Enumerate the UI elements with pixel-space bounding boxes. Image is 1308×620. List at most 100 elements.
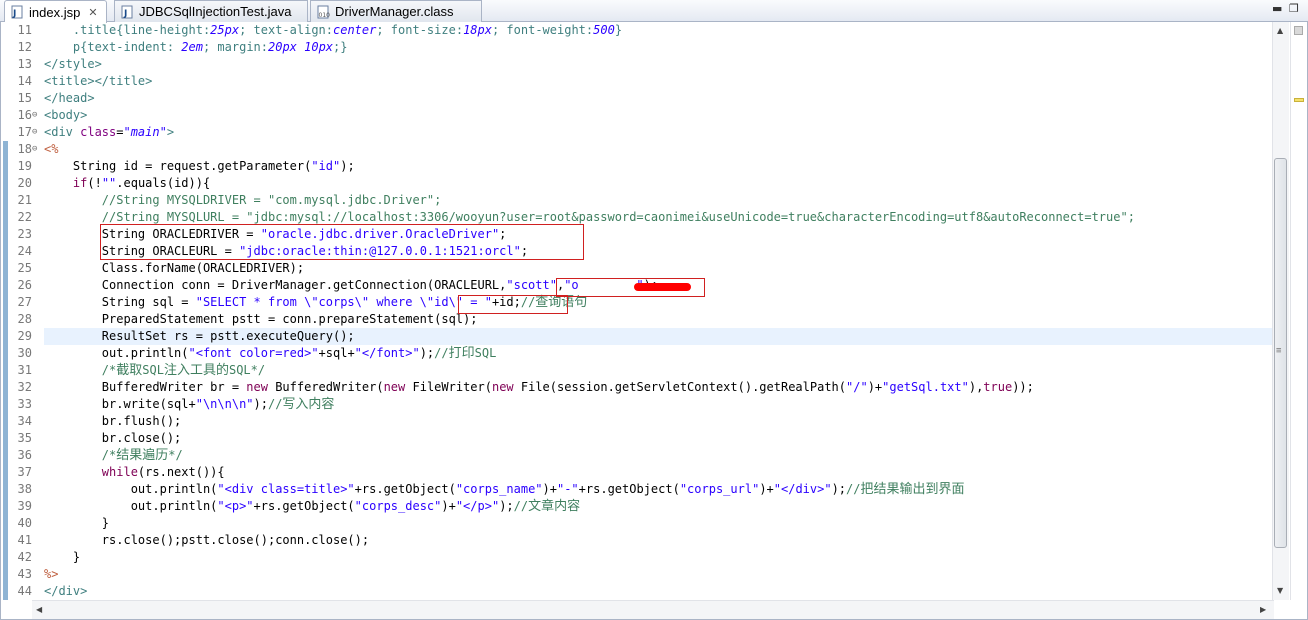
svg-text:J: J [123,9,127,19]
line-number: 41 [17,533,32,547]
code-token: <body> [44,108,88,122]
tab-drivermanager-class[interactable]: 010 DriverManager.class [310,0,482,22]
code-area[interactable]: .title{line-height:25px; text-align:cent… [44,22,1274,600]
line-number: 36 [17,448,32,462]
code-token: ); [340,159,355,173]
horizontal-scrollbar[interactable]: ◀ ▶ [32,600,1274,619]
code-token: "<p>" [217,499,254,513]
overview-ruler [1290,22,1307,600]
code-line: <title></title> [44,73,152,90]
code-token: "getSql.txt" [882,380,969,394]
code-token: new [491,380,514,394]
code-token: )+ [542,482,557,496]
code-line: out.println("<font color=red>"+sql+"</fo… [44,345,497,362]
code-token: "</font>" [354,346,420,360]
line-number: 24 [17,244,32,258]
code-token: File(session.getServletContext().getReal… [513,380,846,394]
code-token: ); [253,397,268,411]
code-token: "corps_name" [455,482,543,496]
code-token: /* [44,448,117,462]
code-token: "\n\n\n" [195,397,254,411]
line-number-gutter: 11 12 13 14 15 16 17 18 19 20 21 22 23 24 25 26 27 28 29 30… [8,22,32,600]
line-number: 30 [17,346,32,360]
code-line: rs.close();pstt.close();conn.close(); [44,532,369,549]
tab-index-jsp[interactable]: J index.jsp ✕ [4,0,107,23]
code-token: 25px [210,23,240,37]
overview-status-icon [1294,26,1303,35]
code-token: /* [44,363,117,377]
class-file-icon: 010 [317,5,330,19]
code-token: // [434,346,449,360]
code-token: ;} [333,40,348,54]
line-number: 38 [17,482,32,496]
code-token: "-" [556,482,579,496]
code-editor[interactable]: 11 12 13 14 15 16 17 18 19 20 21 22 23 24 25 26 27 28 29 30… [0,22,1308,620]
code-token: 18px [463,23,492,37]
code-line: <div class="main"> [44,124,174,141]
code-token: "/" [846,380,868,394]
line-number: 14 [17,74,32,88]
line-number: 34 [17,414,32,428]
code-token: ), [968,380,984,394]
line-number: 35 [17,431,32,445]
code-line: if(!"".equals(id)){ [44,175,210,192]
code-token: "main" [123,125,167,139]
code-token: 20px 10px [268,40,334,54]
code-token: "scott" [506,278,557,292]
code-token: +rs.getObject( [354,482,456,496]
fold-toggle-icon[interactable]: ⊖ [32,124,37,141]
grip-icon: ≡ [1276,346,1282,356]
fold-toggle-icon[interactable]: ⊖ [32,107,37,124]
code-token: )+ [867,380,883,394]
scroll-up-icon[interactable]: ▲ [1277,26,1283,35]
code-token: br.flush(); [44,414,182,428]
vertical-scrollbar[interactable]: ▲ ≡ ▼ [1272,22,1289,600]
code-token: "id" [311,159,341,173]
code-token: //String MYSQLURL = "jdbc:mysql://localh… [44,210,1135,224]
tab-jdbcsqlinjectiontest-java[interactable]: J JDBCSqlInjectionTest.java [114,0,308,22]
code-token: "" [101,176,117,190]
line-number: 42 [17,550,32,564]
code-token: 注入工具的 [163,363,229,378]
code-token: "<font color=red>" [188,346,319,360]
minimize-icon[interactable]: ▬ [1272,2,1282,15]
line-number: 27 [17,295,32,309]
line-number: 40 [17,516,32,530]
code-token: "corps_url" [679,482,760,496]
code-line: .title{line-height:25px; text-align:cent… [44,22,622,39]
code-token: } [44,516,110,530]
line-number: 31 [17,363,32,377]
code-token: SQL*/ [228,363,266,377]
code-token: Class.forName(ORACLEDRIVER); [44,261,305,275]
code-token: "corps_desc" [354,499,442,513]
tab-label: DriverManager.class [335,4,454,19]
code-line: while(rs.next()){ [44,464,225,481]
scroll-left-icon[interactable]: ◀ [36,605,42,614]
code-token: br.close(); [44,431,182,445]
scroll-down-icon[interactable]: ▼ [1277,586,1283,595]
scroll-right-icon[interactable]: ▶ [1260,605,1266,614]
code-token: */ [168,448,183,462]
code-token: true [983,380,1013,394]
code-token: +rs.getObject( [253,499,355,513]
line-number: 39 [17,499,32,513]
code-token: 打印 [448,346,475,361]
code-token: while [101,465,138,479]
code-line: ResultSet rs = pstt.executeQuery(); [44,328,355,345]
code-line: %> [44,566,58,583]
code-line: <body> [44,107,87,124]
fold-toggle-icon[interactable]: ⊖ [32,141,37,158]
close-icon[interactable]: ✕ [88,6,97,19]
code-token: SQL [474,346,497,360]
code-token: out.println( [44,482,218,496]
code-token: )); [1012,380,1034,394]
line-number: 12 [17,40,32,54]
warning-marker[interactable] [1294,98,1304,102]
code-token: ); [499,499,514,513]
line-number: 11 [17,23,32,37]
code-token: "SELECT * from \"corps\" where \"id\" = … [195,295,492,309]
code-token: Connection conn = DriverManager.getConne… [44,278,507,292]
code-token: new [246,380,268,394]
maximize-icon[interactable]: ❐ [1289,2,1299,15]
